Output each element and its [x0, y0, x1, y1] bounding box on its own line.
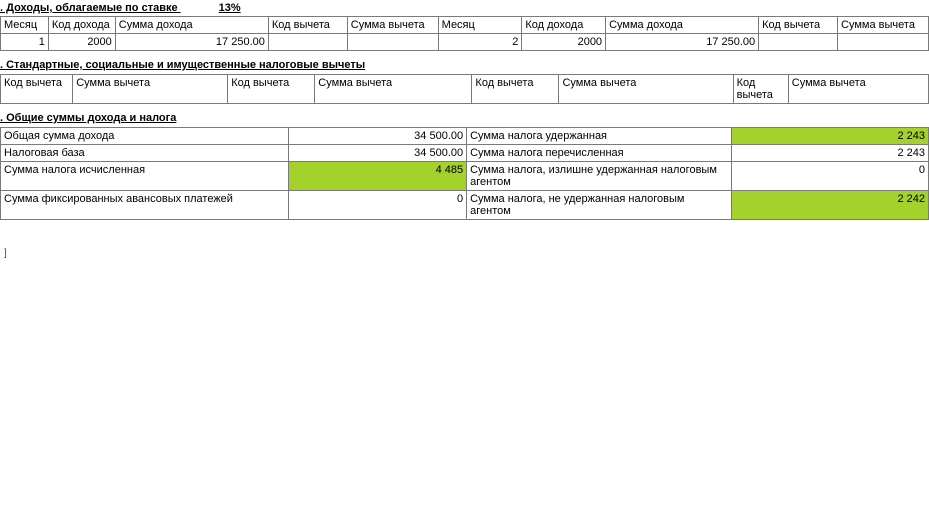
ded-hdr-code-3: Код вычета — [472, 75, 559, 104]
totals-row: Сумма фиксированных авансовых платежей0С… — [1, 191, 929, 220]
cell-income-code-r: 2000 — [522, 34, 606, 51]
totals-row: Сумма налога исчисленная4 485Сумма налог… — [1, 162, 929, 191]
ded-hdr-sum-2: Сумма вычета — [315, 75, 472, 104]
totals-right-label: Сумма налога удержанная — [467, 128, 732, 145]
totals-left-value: 0 — [289, 191, 467, 220]
totals-right-value: 2 242 — [731, 191, 928, 220]
cell-ded-sum-r — [838, 34, 929, 51]
totals-right-label: Сумма налога перечисленная — [467, 145, 732, 162]
totals-row: Налоговая база34 500.00Сумма налога пере… — [1, 145, 929, 162]
ded-hdr-sum-1: Сумма вычета — [73, 75, 228, 104]
ded-hdr-sum-3: Сумма вычета — [559, 75, 733, 104]
totals-left-label: Сумма фиксированных авансовых платежей — [1, 191, 289, 220]
hdr-income-code-l: Код дохода — [48, 17, 115, 34]
totals-row: Общая сумма дохода34 500.00Сумма налога … — [1, 128, 929, 145]
hdr-ded-code-l: Код вычета — [268, 17, 347, 34]
totals-left-label: Общая сумма дохода — [1, 128, 289, 145]
ded-hdr-sum-4: Сумма вычета — [788, 75, 928, 104]
cell-ded-code-l — [268, 34, 347, 51]
hdr-month-r: Месяц — [438, 17, 522, 34]
hdr-income-sum-r: Сумма дохода — [606, 17, 759, 34]
totals-left-label: Налоговая база — [1, 145, 289, 162]
hdr-ded-sum-r: Сумма вычета — [838, 17, 929, 34]
hdr-month-l: Месяц — [1, 17, 49, 34]
income-header-row: Месяц Код дохода Сумма дохода Код вычета… — [1, 17, 929, 34]
totals-left-value: 4 485 — [289, 162, 467, 191]
totals-right-label: Сумма налога, излишне удержанная налогов… — [467, 162, 732, 191]
cell-month-r: 2 — [438, 34, 522, 51]
totals-table: Общая сумма дохода34 500.00Сумма налога … — [0, 127, 929, 220]
section3-title-text: . Доходы, облагаемые по ставке — [0, 2, 178, 14]
deductions-table: Код вычета Сумма вычета Код вычета Сумма… — [0, 74, 929, 104]
section3-title: . Доходы, облагаемые по ставке 13% — [0, 0, 929, 16]
totals-right-value: 0 — [731, 162, 928, 191]
ded-hdr-code-4: Код вычета — [733, 75, 788, 104]
deductions-header-row: Код вычета Сумма вычета Код вычета Сумма… — [1, 75, 929, 104]
cell-income-sum-r: 17 250.00 — [606, 34, 759, 51]
hdr-income-sum-l: Сумма дохода — [115, 17, 268, 34]
income-table: Месяц Код дохода Сумма дохода Код вычета… — [0, 16, 929, 51]
cell-income-sum-l: 17 250.00 — [115, 34, 268, 51]
section3-rate: 13% — [219, 2, 241, 14]
section4-title: . Стандартные, социальные и имущественны… — [0, 57, 929, 73]
income-data-row: 1 2000 17 250.00 2 2000 17 250.00 — [1, 34, 929, 51]
totals-right-label: Сумма налога, не удержанная налоговым аг… — [467, 191, 732, 220]
section5-title: . Общие суммы дохода и налога — [0, 110, 929, 126]
totals-right-value: 2 243 — [731, 128, 928, 145]
totals-left-label: Сумма налога исчисленная — [1, 162, 289, 191]
hdr-ded-sum-l: Сумма вычета — [347, 17, 438, 34]
totals-left-value: 34 500.00 — [289, 128, 467, 145]
cell-month-l: 1 — [1, 34, 49, 51]
cell-ded-sum-l — [347, 34, 438, 51]
ded-hdr-code-1: Код вычета — [1, 75, 73, 104]
ded-hdr-code-2: Код вычета — [228, 75, 315, 104]
hdr-ded-code-r: Код вычета — [759, 17, 838, 34]
cell-ded-code-r — [759, 34, 838, 51]
cell-income-code-l: 2000 — [48, 34, 115, 51]
hdr-income-code-r: Код дохода — [522, 17, 606, 34]
totals-right-value: 2 243 — [731, 145, 928, 162]
stray-mark: ] — [0, 248, 929, 259]
totals-left-value: 34 500.00 — [289, 145, 467, 162]
